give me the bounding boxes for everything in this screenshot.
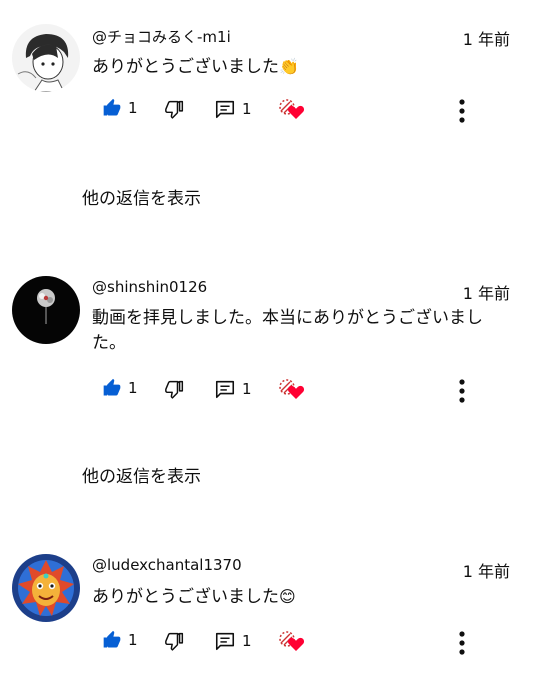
comment-icon	[215, 632, 235, 651]
more-actions-button[interactable]	[452, 376, 472, 406]
comment-author[interactable]: @shinshin0126	[92, 278, 207, 296]
avatar[interactable]	[12, 276, 80, 344]
thumbs-down-icon	[165, 100, 184, 119]
comment-3: @ludexchantal1370 1 年前 ありがとうございました😊 1 1	[0, 554, 540, 664]
avatar[interactable]	[12, 554, 80, 622]
reply-count: 1	[242, 632, 252, 650]
like-count: 1	[128, 99, 138, 117]
comment-icon	[215, 100, 235, 119]
like-button[interactable]: 1	[102, 98, 138, 118]
thumbs-down-icon	[165, 380, 184, 399]
comment-actions: 1 1	[92, 98, 512, 124]
more-actions-button[interactable]	[452, 628, 472, 658]
comment-text-body: ありがとうございました	[92, 57, 279, 77]
creator-heart	[278, 630, 306, 652]
comment-timestamp[interactable]: 1 年前	[463, 26, 510, 50]
comment-text: ありがとうございました😊	[92, 584, 512, 610]
thumbs-up-icon	[103, 378, 121, 396]
creator-heart	[278, 378, 306, 400]
comment-timestamp[interactable]: 1 年前	[463, 280, 510, 304]
reply-button[interactable]: 1	[214, 378, 252, 400]
creator-heart-icon	[279, 631, 305, 651]
creator-heart-icon	[279, 379, 305, 399]
like-count: 1	[128, 379, 138, 397]
comment-author[interactable]: @チョコみるく-m1i	[92, 26, 231, 47]
show-replies-link[interactable]: 他の返信を表示	[82, 184, 201, 209]
comment-1: @チョコみるく-m1i 1 年前 ありがとうございました👏 1 1	[0, 24, 540, 134]
comment-icon	[215, 380, 235, 399]
like-button[interactable]: 1	[102, 378, 138, 398]
dislike-button[interactable]	[164, 630, 186, 652]
dislike-button[interactable]	[164, 98, 186, 120]
comment-text-body: 動画を拝見しました。本当にありがとうございました。	[92, 308, 483, 353]
creator-heart-icon	[279, 99, 305, 119]
dislike-button[interactable]	[164, 378, 186, 400]
comment-actions: 1 1	[92, 630, 512, 656]
reply-button[interactable]: 1	[214, 98, 252, 120]
smiling-face-emoji: 😊	[279, 587, 296, 606]
avatar[interactable]	[12, 24, 80, 92]
comment-2: @shinshin0126 1 年前 動画を拝見しました。本当にありがとうござい…	[0, 276, 540, 406]
creator-heart	[278, 98, 306, 120]
comment-actions: 1 1	[92, 378, 512, 404]
more-vertical-icon	[459, 631, 465, 655]
comment-text-body: ありがとうございました	[92, 587, 279, 607]
comment-author[interactable]: @ludexchantal1370	[92, 556, 242, 574]
more-vertical-icon	[459, 99, 465, 123]
reply-button[interactable]: 1	[214, 630, 252, 652]
comment-text: ありがとうございました👏	[92, 54, 512, 80]
thumbs-up-icon	[103, 630, 121, 648]
more-actions-button[interactable]	[452, 96, 472, 126]
reply-count: 1	[242, 380, 252, 398]
thumbs-up-icon	[103, 98, 121, 116]
comment-text: 動画を拝見しました。本当にありがとうございました。	[92, 306, 512, 356]
like-button[interactable]: 1	[102, 630, 138, 650]
more-vertical-icon	[459, 379, 465, 403]
thumbs-down-icon	[165, 632, 184, 651]
comment-timestamp[interactable]: 1 年前	[463, 558, 510, 582]
show-replies-link[interactable]: 他の返信を表示	[82, 462, 201, 487]
clapping-hands-emoji: 👏	[279, 57, 299, 76]
like-count: 1	[128, 631, 138, 649]
reply-count: 1	[242, 100, 252, 118]
